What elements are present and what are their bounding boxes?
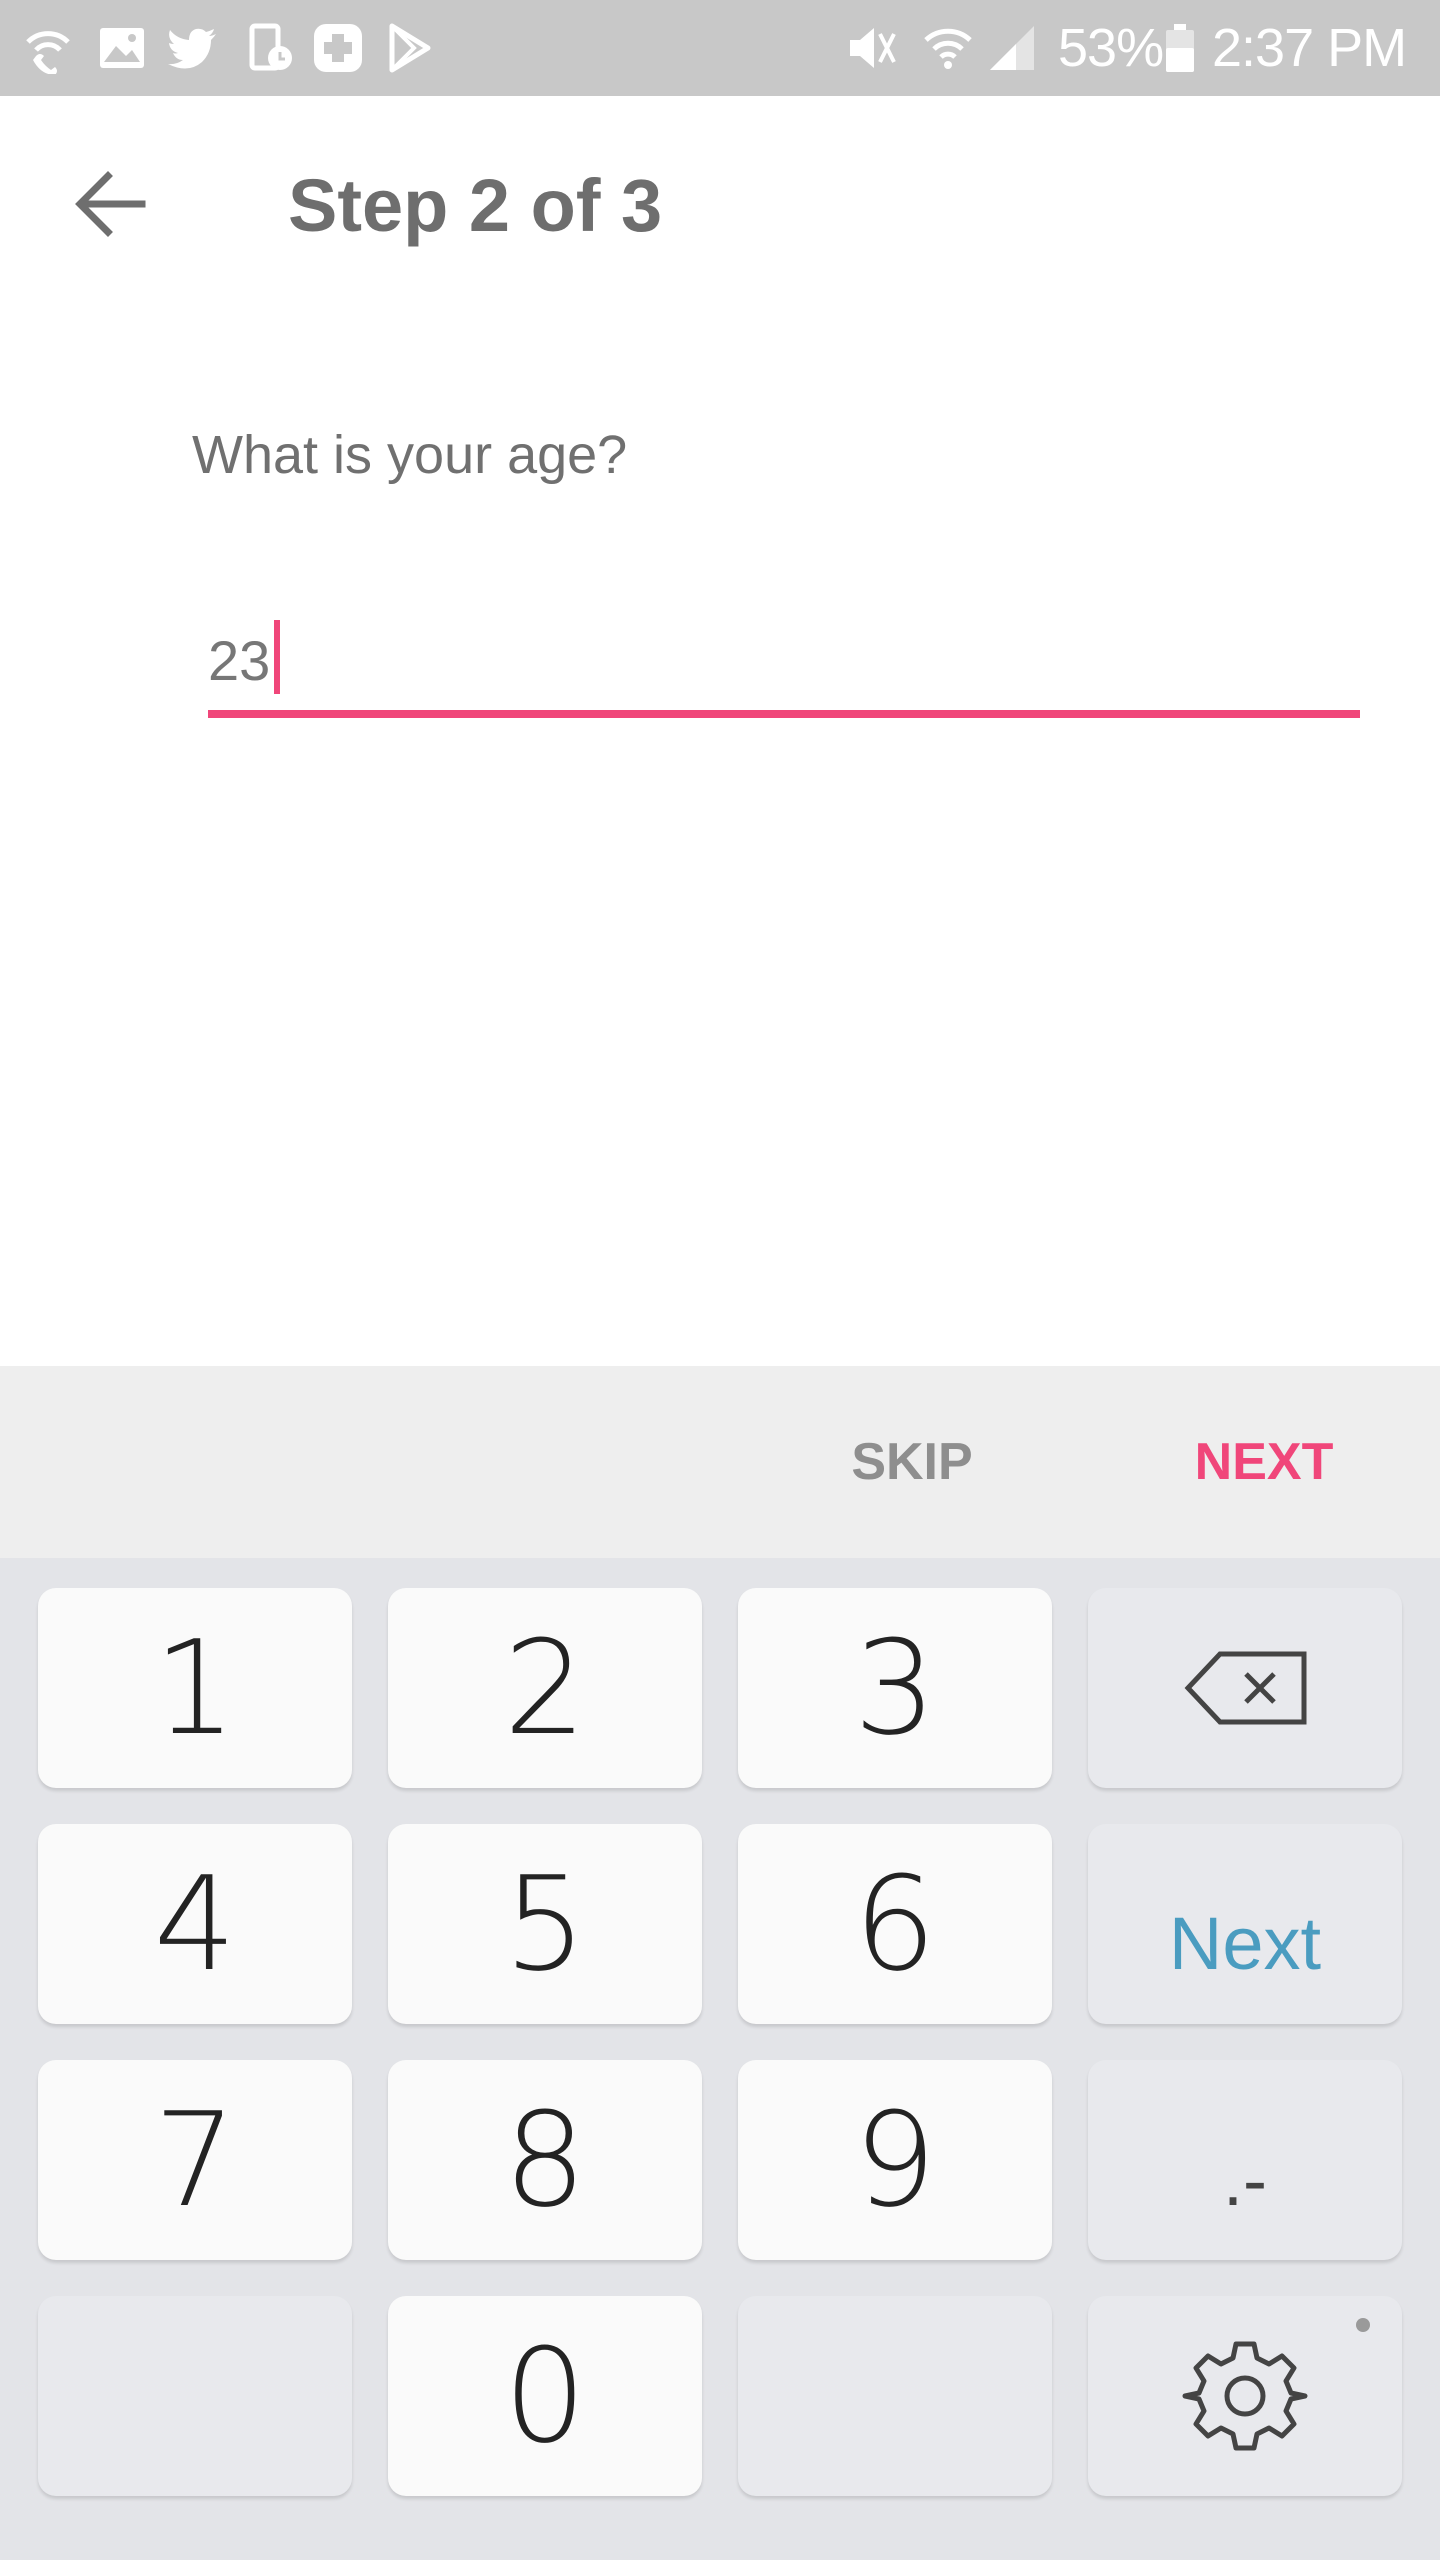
- key-2[interactable]: 2: [388, 1588, 702, 1788]
- arrow-back-icon: [75, 171, 146, 237]
- keyboard-next-label: Next: [1168, 1902, 1322, 1985]
- backspace-icon: [1184, 1651, 1307, 1725]
- usage-icon: [249, 23, 292, 71]
- back-button[interactable]: [64, 156, 160, 252]
- key-3[interactable]: 3: [738, 1588, 1052, 1788]
- toolbar: Step 2 of 3: [0, 96, 1440, 324]
- input-underline: [208, 710, 1360, 718]
- age-input[interactable]: 23: [208, 600, 1360, 720]
- age-input-value: 23: [208, 620, 281, 696]
- clock: 2:37 PM: [1212, 18, 1407, 78]
- key-9[interactable]: 9: [738, 2060, 1052, 2260]
- next-button[interactable]: NEXT: [1164, 1426, 1364, 1498]
- play-store-icon: [389, 23, 431, 73]
- page-title: Step 2 of 3: [288, 164, 663, 247]
- empty-key-left: [38, 2296, 352, 2496]
- key-5[interactable]: 5: [388, 1824, 702, 2024]
- app-screen: 53% 2:37 PM Step 2 of 3 What is your age…: [0, 0, 1440, 2560]
- image-icon: [100, 28, 144, 68]
- question-label: What is your age?: [192, 425, 628, 485]
- settings-key[interactable]: [1088, 2296, 1402, 2496]
- wifi-icon: [924, 28, 972, 69]
- wifi-call-icon: [26, 31, 70, 74]
- key-4[interactable]: 4: [38, 1824, 352, 2024]
- key-0[interactable]: 0: [388, 2296, 702, 2496]
- empty-key-right: [738, 2296, 1052, 2496]
- status-bar: 53% 2:37 PM: [0, 0, 1440, 96]
- numeric-keyboard: 1 2 3 4 5 6 Next 7 8 9 .- 0: [0, 1558, 1440, 2560]
- action-bar: SKIP NEXT: [0, 1366, 1440, 1558]
- health-icon: [314, 24, 362, 72]
- text-caret: [274, 620, 281, 694]
- twitter-icon: [168, 28, 216, 69]
- key-8[interactable]: 8: [388, 2060, 702, 2260]
- key-1[interactable]: 1: [38, 1588, 352, 1788]
- gear-icon: [1182, 2341, 1308, 2451]
- keyboard-next-key[interactable]: Next: [1088, 1824, 1402, 2024]
- skip-button[interactable]: SKIP: [812, 1426, 1012, 1498]
- battery-percent: 53%: [1058, 18, 1164, 78]
- dot-dash-label: .-: [1223, 2141, 1267, 2221]
- mute-vibrate-icon: [850, 28, 896, 68]
- key-6[interactable]: 6: [738, 1824, 1052, 2024]
- signal-icon: [990, 26, 1034, 70]
- age-value-text: 23: [208, 629, 271, 692]
- dot-dash-key[interactable]: .-: [1088, 2060, 1402, 2260]
- key-7[interactable]: 7: [38, 2060, 352, 2260]
- battery-icon: [1166, 24, 1194, 72]
- backspace-key[interactable]: [1088, 1588, 1402, 1788]
